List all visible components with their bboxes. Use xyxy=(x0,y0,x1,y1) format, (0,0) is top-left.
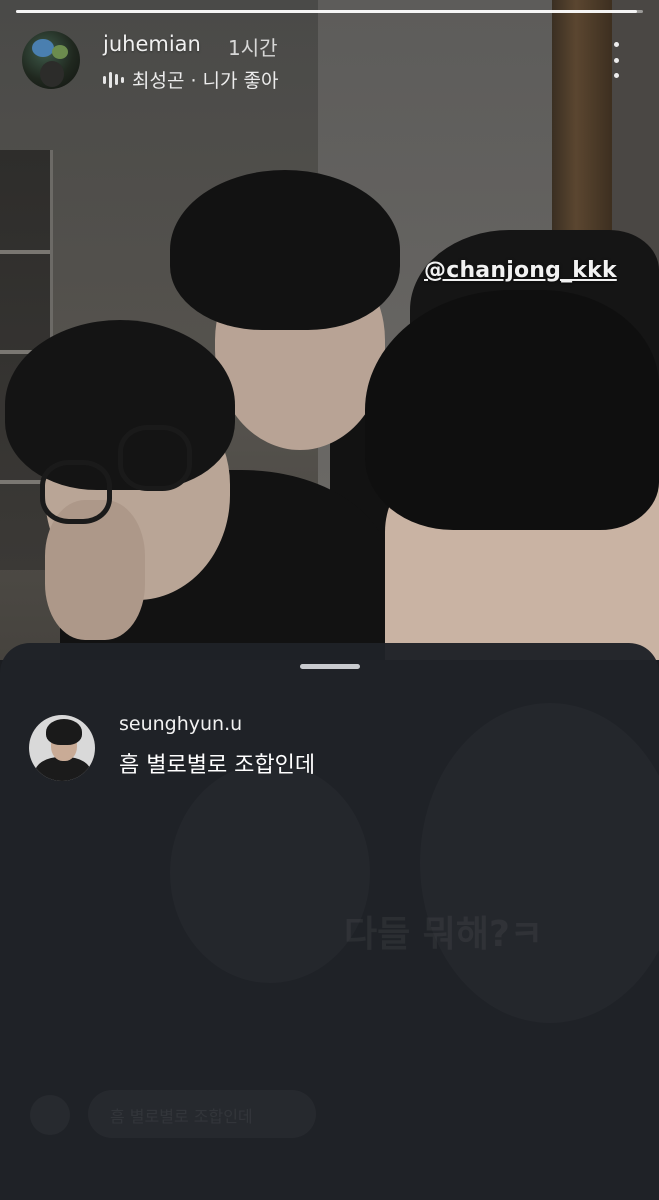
person-right-hair xyxy=(365,290,659,530)
sheet-drag-handle[interactable] xyxy=(300,664,360,669)
music-attribution[interactable]: 최성곤 · 니가 좋아 xyxy=(103,66,279,93)
story-photo[interactable]: @chanjong_kkk xyxy=(0,0,659,660)
reply-sheet: 다들 뭐해?ㅋ 흠 별로별로 조합인데 seunghyun.u 흠 별로별로 조… xyxy=(0,643,659,1200)
music-label: 최성곤 · 니가 좋아 xyxy=(132,70,279,92)
story-username[interactable]: juhemian xyxy=(103,32,201,56)
commenter-username[interactable]: seunghyun.u xyxy=(119,713,242,735)
glasses-lens-right xyxy=(118,425,192,491)
glasses-lens-left xyxy=(40,460,112,524)
faded-reply-text: 흠 별로별로 조합인데 xyxy=(110,1107,253,1126)
story-progress-bar xyxy=(16,10,643,13)
door-frame xyxy=(552,0,612,260)
faded-background-shape xyxy=(420,703,659,1023)
story-progress-fill xyxy=(16,10,637,13)
faded-avatar xyxy=(30,1095,70,1135)
faded-story-sticker: 다들 뭐해?ㅋ xyxy=(344,914,544,955)
story-viewer: @chanjong_kkk juhemian 1시간 최성곤 · 니가 좋아 다… xyxy=(0,0,659,1200)
equalizer-icon xyxy=(103,70,124,90)
avatar[interactable] xyxy=(22,31,80,89)
faded-background-shape xyxy=(170,763,370,983)
more-vertical-icon[interactable] xyxy=(606,42,626,78)
commenter-avatar[interactable] xyxy=(29,715,95,781)
story-timestamp: 1시간 xyxy=(228,36,278,60)
comment-text: 흠 별로별로 조합인데 xyxy=(119,753,316,778)
person-center-hair xyxy=(170,170,400,330)
mention-sticker[interactable]: @chanjong_kkk xyxy=(424,258,617,283)
